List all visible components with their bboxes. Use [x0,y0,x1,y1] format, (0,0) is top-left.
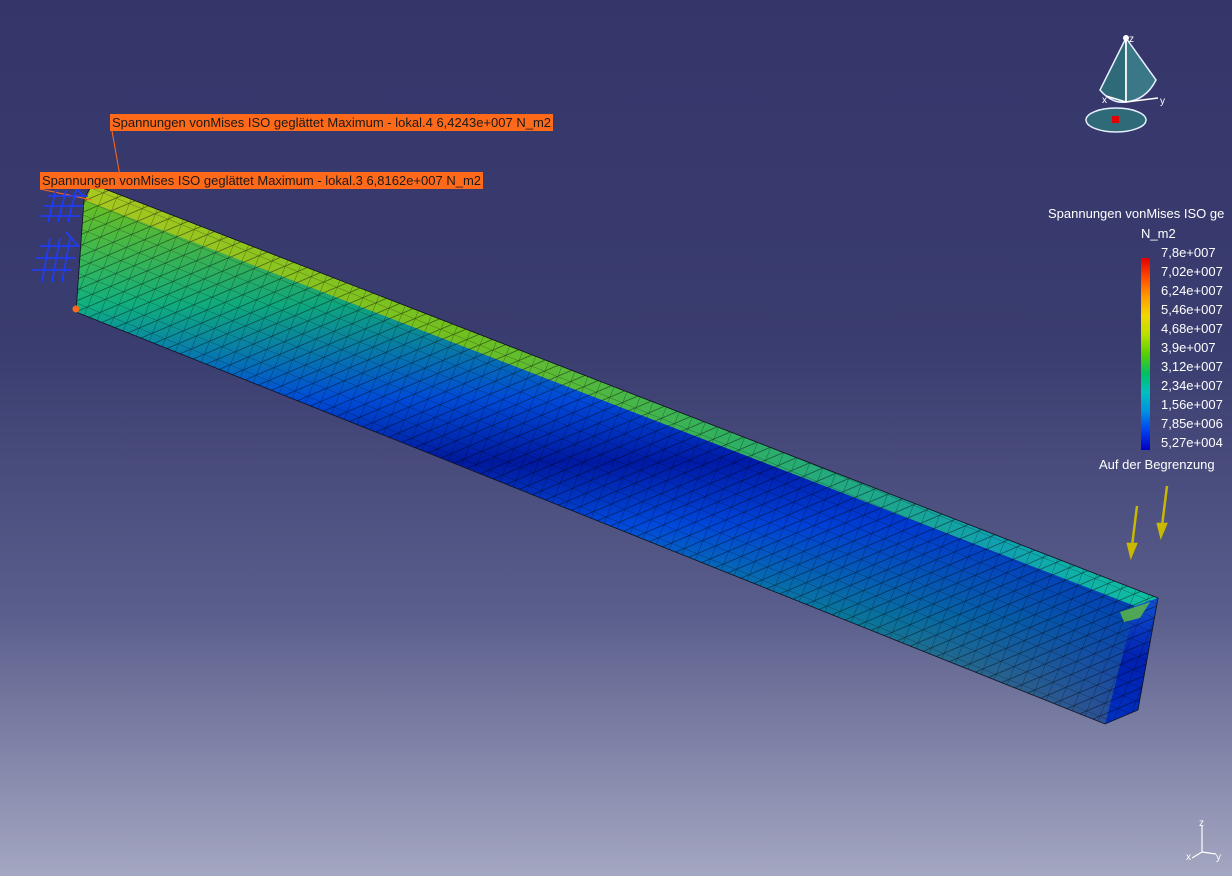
legend-tick: 7,02e+007 [1161,264,1223,279]
load-arrow-icon[interactable] [1126,485,1169,560]
legend-tick: 6,24e+007 [1161,283,1223,298]
legend-footer: Auf der Begrenzung [1099,457,1215,472]
legend-title: Spannungen vonMises ISO ge [1048,206,1225,221]
legend-tick: 5,27e+004 [1161,435,1223,450]
mini-axis-y-label: y [1216,852,1221,862]
fem-beam-model[interactable] [0,0,1232,876]
leader-line-local-4 [111,130,121,177]
reference-point-marker [72,305,80,313]
legend-tick: 3,12e+007 [1161,359,1223,374]
legend-tick: 5,46e+007 [1161,302,1223,317]
legend-unit: N_m2 [1141,226,1176,241]
legend-tick: 3,9e+007 [1161,340,1216,355]
3d-viewport[interactable]: Spannungen vonMises ISO geglättet Maximu… [0,0,1232,876]
mini-axis-z-label: z [1199,818,1204,829]
legend-tick: 1,56e+007 [1161,397,1223,412]
axis-triad-icon: z x y [1186,818,1221,862]
beam-front-face [76,200,1135,724]
legend-color-bar [1141,258,1150,450]
annotation-max-local-4[interactable]: Spannungen vonMises ISO geglättet Maximu… [110,114,554,131]
compass-x-label: x [1102,95,1107,106]
compass-y-label: y [1160,96,1165,107]
legend-tick: 7,8e+007 [1161,245,1216,260]
legend-tick: 2,34e+007 [1161,378,1223,393]
beam-top-face [84,184,1158,606]
compass-icon[interactable]: z x y [1078,30,1178,140]
legend-tick: 4,68e+007 [1161,321,1223,336]
annotation-max-local-3[interactable]: Spannungen vonMises ISO geglättet Maximu… [40,172,484,189]
mini-axis-x-label: x [1186,852,1191,862]
compass-z-label: z [1129,34,1134,45]
legend-tick: 7,85e+006 [1161,416,1223,431]
